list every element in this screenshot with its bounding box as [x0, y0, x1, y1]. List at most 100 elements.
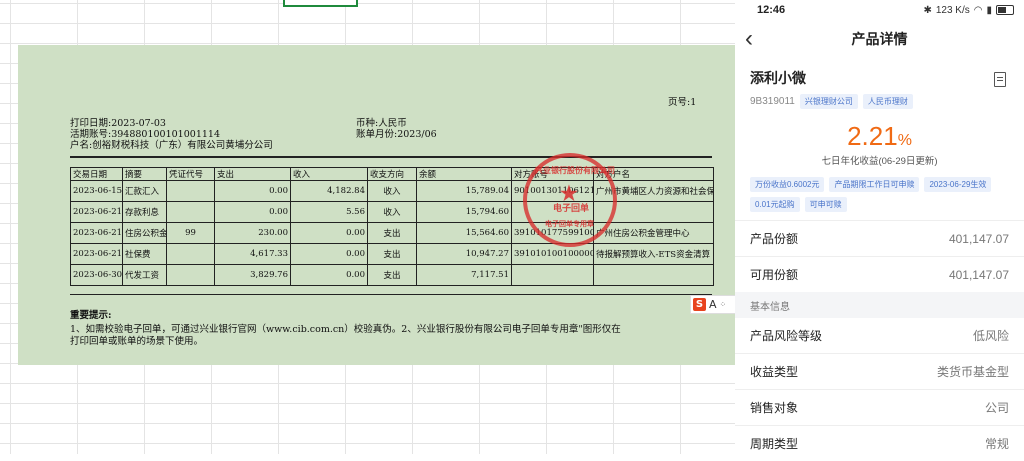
divider-bottom — [70, 294, 712, 295]
header-date: 交易日期 — [70, 167, 123, 181]
cell-cp-account: 391010100100000793 — [511, 243, 594, 265]
cell-income: 0.00 — [290, 264, 368, 286]
header-voucher: 凭证代号 — [166, 167, 215, 181]
cell-date: 2023-06-21 — [70, 222, 123, 244]
account-holder: 户名:创裕财税科技（广东）有限公司黄埔分公司 — [70, 140, 273, 151]
row-value: 低风险 — [972, 329, 1009, 343]
tag-item: 0.01元起购 — [750, 197, 800, 212]
cell-balance: 10,947.27 — [416, 243, 512, 265]
row-value: 类货币基金型 — [936, 365, 1009, 379]
stamp-text-mid: 电子回单 — [553, 204, 590, 214]
row-label: 销售对象 — [750, 401, 799, 415]
product-code: 9B319011 — [750, 96, 795, 107]
cell-expense: 0.00 — [214, 201, 291, 223]
back-arrow-icon[interactable]: ‹ — [745, 25, 753, 53]
yield-rate-unit: % — [897, 132, 912, 149]
header-income: 收入 — [290, 167, 368, 181]
tag-currency: 人民币理财 — [862, 94, 913, 109]
bank-statement-image: 页号:1 打印日期:2023-07-03 币种:人民币 活期账号:3948801… — [18, 45, 735, 365]
cell-expense: 3,829.76 — [214, 264, 291, 286]
cell-voucher — [166, 243, 215, 265]
header-summary: 摘要 — [122, 167, 167, 181]
cell-cp-name: 广州住房公积金管理中心 — [593, 222, 714, 244]
row-value: 401,147.07 — [948, 267, 1009, 282]
basic-info-rows: 产品风险等级 低风险 收益类型 类货币基金型 销售对象 公司 周期类型 常规 — [735, 318, 1024, 461]
sogou-logo-icon[interactable]: S — [693, 298, 706, 311]
wifi-icon: ◠ — [973, 4, 983, 16]
bank-seal-stamp: 兴业银行股份有限公司 ★ 电子回单 电子回单专用章 — [523, 153, 617, 247]
cell-voucher — [166, 180, 215, 202]
cell-date: 2023-06-21 — [70, 201, 123, 223]
transaction-table: 交易日期 摘要 凭证代号 支出 收入 收支方向 余额 对方账号 对方户名 202… — [70, 167, 714, 286]
tag-issuer: 兴银理财公司 — [799, 94, 858, 109]
section-basic-info: 基本信息 — [735, 292, 1024, 318]
cell-balance: 15,794.60 — [416, 201, 512, 223]
row-value: 公司 — [984, 401, 1009, 415]
cell-direction: 支出 — [367, 264, 417, 286]
status-bar: 12:46 ✱ 123 K/s ◠ ▮ — [735, 0, 1024, 20]
header-expense: 支出 — [214, 167, 291, 181]
cell-voucher — [166, 201, 215, 223]
cell-income: 0.00 — [290, 243, 368, 265]
selected-cell[interactable] — [283, 0, 358, 7]
table-row: 2023-06-21 住房公积金 99 230.00 0.00 支出 15,56… — [70, 222, 714, 244]
tag-item: 产品期限工作日可申赎 — [829, 177, 920, 192]
row-value: 常规 — [984, 437, 1009, 451]
cell-balance: 7,117.51 — [416, 264, 512, 286]
cell-voucher — [166, 264, 215, 286]
cell-summary: 汇款汇入 — [122, 180, 167, 202]
nav-bar: ‹ 产品详情 — [735, 20, 1024, 58]
stamp-text-top: 兴业银行股份有限公司 — [535, 165, 615, 175]
table-row: 2023-06-30 代发工资 3,829.76 0.00 支出 7,117.5… — [70, 264, 714, 286]
cell-summary: 存款利息 — [122, 201, 167, 223]
cell-summary: 社保费 — [122, 243, 167, 265]
row-cycle-type: 周期类型 常规 — [735, 425, 1024, 461]
cell-expense: 0.00 — [214, 180, 291, 202]
cell-balance: 15,564.60 — [416, 222, 512, 244]
signal-icon: ▮ — [986, 4, 992, 16]
cell-direction: 收入 — [367, 180, 417, 202]
page-title: 产品详情 — [851, 31, 908, 47]
row-label: 产品风险等级 — [750, 329, 823, 343]
row-income-type: 收益类型 类货币基金型 — [735, 353, 1024, 389]
tag-item: 可申可赎 — [804, 197, 847, 212]
phone-product-detail: 12:46 ✱ 123 K/s ◠ ▮ ‹ 产品详情 添利小微 9B319011… — [735, 0, 1024, 461]
header-direction: 收支方向 — [367, 167, 417, 181]
status-icons: ✱ 123 K/s ◠ ▮ — [923, 5, 1014, 16]
row-risk-level: 产品风险等级 低风险 — [735, 318, 1024, 353]
status-time: 12:46 — [757, 4, 786, 16]
cell-income: 5.56 — [290, 201, 368, 223]
ime-mode-icon[interactable]: A — [709, 298, 717, 311]
document-icon[interactable] — [994, 72, 1006, 87]
cell-cp-name — [593, 264, 714, 286]
note-title: 重要提示: — [70, 310, 112, 321]
table-row: 2023-06-21 存款利息 0.00 5.56 收入 15,794.60 — [70, 201, 714, 223]
cell-cp-name: 待报解预算收入-ETS资金清算 — [593, 243, 714, 265]
table-row: 2023-06-15 汇款汇入 0.00 4,182.84 收入 15,789.… — [70, 180, 714, 202]
cell-income: 4,182.84 — [290, 180, 368, 202]
cell-expense: 4,617.33 — [214, 243, 291, 265]
note-line-2: 打印回单或账单的场景下使用。 — [70, 336, 204, 347]
product-name: 添利小微 — [750, 70, 806, 86]
tag-item: 2023-06-29生效 — [924, 177, 992, 192]
statement-period: 账单月份:2023/06 — [356, 129, 437, 140]
ime-toolbar[interactable]: S A ⁘ — [690, 295, 739, 314]
stamp-text-bottom: 电子回单专用章 — [545, 219, 594, 228]
yield-rate: 2.21% — [750, 121, 1009, 152]
header-balance: 余额 — [416, 167, 512, 181]
cell-date: 2023-06-21 — [70, 243, 123, 265]
table-row: 2023-06-21 社保费 4,617.33 0.00 支出 10,947.2… — [70, 243, 714, 265]
row-product-shares: 产品份额 401,147.07 — [735, 220, 1024, 256]
product-code-row: 9B319011 兴银理财公司 人民币理财 — [750, 94, 1009, 109]
ime-more-icon[interactable]: ⁘ — [720, 300, 727, 309]
page-number: 页号:1 — [668, 97, 697, 108]
tag-item: 万份收益0.6002元 — [750, 177, 825, 192]
cell-summary: 住房公积金 — [122, 222, 167, 244]
cell-income: 0.00 — [290, 222, 368, 244]
yield-rate-value: 2.21 — [847, 121, 898, 151]
feature-tags: 万份收益0.6002元 产品期限工作日可申赎 2023-06-29生效 0.01… — [750, 177, 1009, 212]
cell-date: 2023-06-30 — [70, 264, 123, 286]
table-header-row: 交易日期 摘要 凭证代号 支出 收入 收支方向 余额 对方账号 对方户名 — [70, 167, 714, 181]
divider-top — [70, 156, 712, 158]
row-available-shares: 可用份额 401,147.07 — [735, 256, 1024, 292]
